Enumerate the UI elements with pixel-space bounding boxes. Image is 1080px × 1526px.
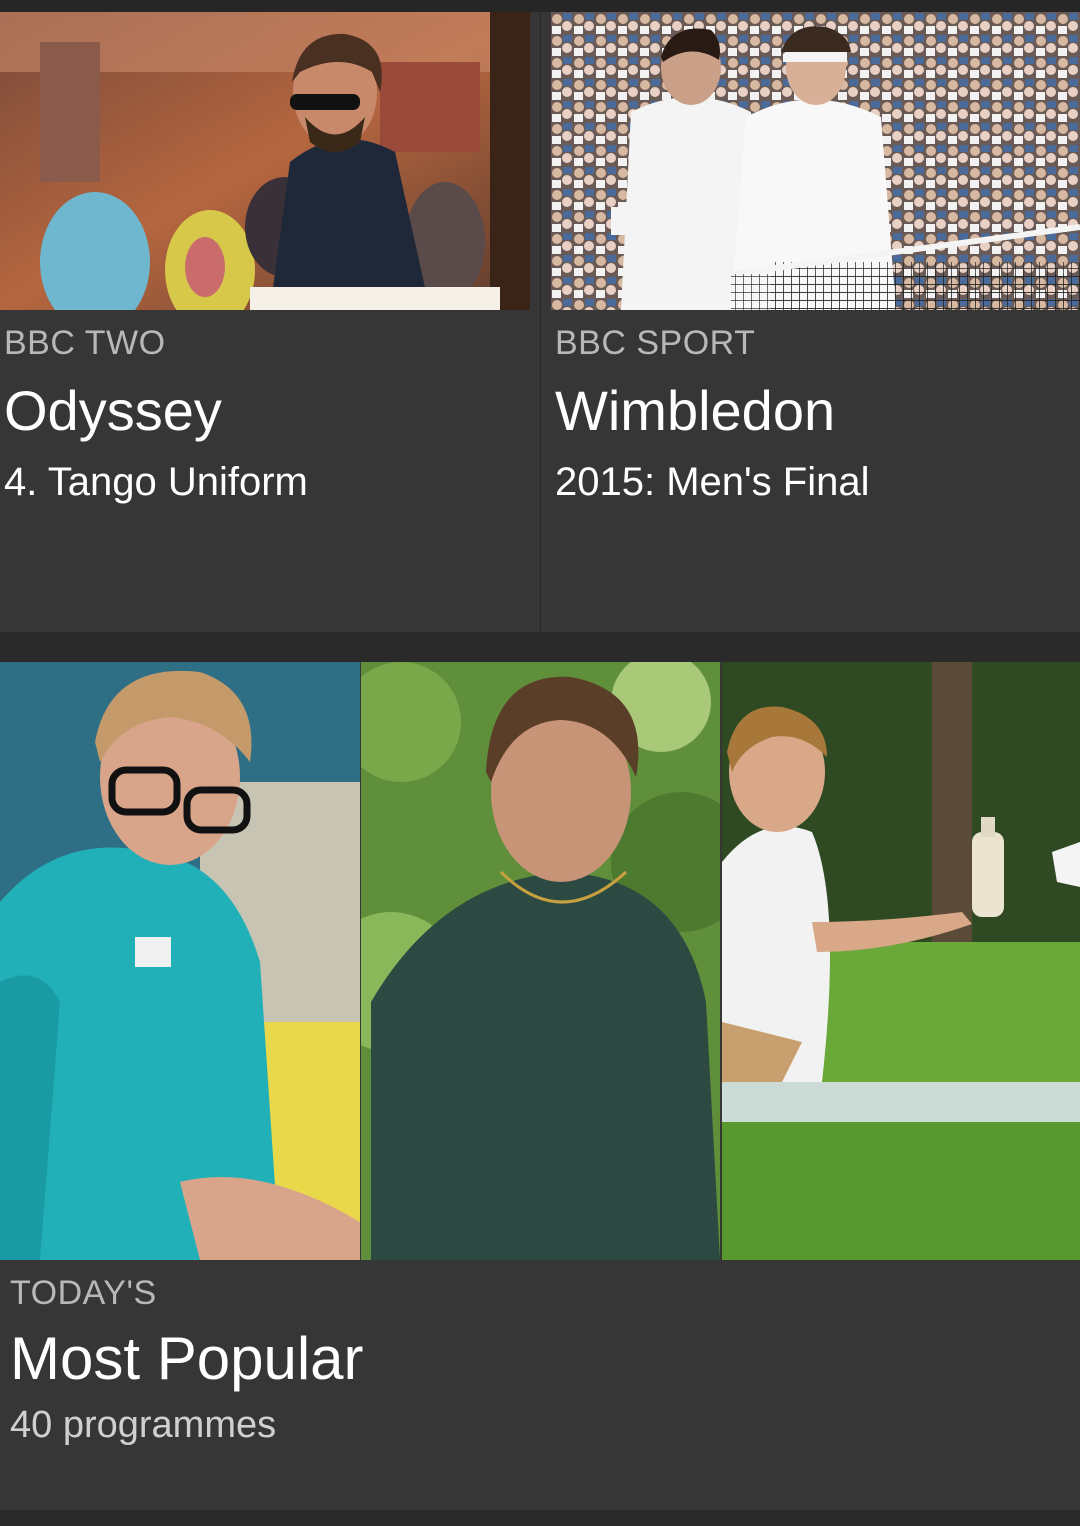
collection-title: Most Popular [10, 1325, 364, 1392]
programme-thumbnail [0, 12, 530, 310]
channel-label: BBC SPORT [555, 324, 756, 362]
collection-collage [0, 662, 1080, 1260]
photo-man-green-sweater-icon [361, 662, 720, 1260]
collage-panel [722, 662, 1080, 1260]
collage-panel [0, 662, 360, 1260]
photo-doctor-scrubs-icon [0, 662, 360, 1260]
home-feed: BBC TWO Odyssey 4. Tango Uniform BBC SPO… [0, 0, 1080, 1526]
channel-label: BBC TWO [4, 324, 166, 362]
episode-title: 4. Tango Uniform [4, 460, 308, 504]
collection-eyebrow: TODAY'S [10, 1274, 157, 1312]
programme-thumbnail [551, 12, 1080, 310]
episode-title: 2015: Men's Final [555, 460, 870, 504]
programme-title: Odyssey [4, 379, 222, 442]
collection-card-most-popular[interactable]: TODAY'S Most Popular 40 programmes [0, 662, 1080, 1510]
programme-title: Wimbledon [555, 379, 836, 442]
photo-man-sunglasses-market-icon [0, 12, 530, 310]
photo-boy-picnic-grass-icon [722, 662, 1080, 1260]
programme-card-odyssey[interactable]: BBC TWO Odyssey 4. Tango Uniform [0, 12, 540, 632]
programme-card-wimbledon[interactable]: BBC SPORT Wimbledon 2015: Men's Final [541, 12, 1080, 632]
collection-count: 40 programmes [10, 1404, 277, 1446]
top-edge [0, 0, 1080, 12]
feed-divider [0, 1510, 1080, 1526]
collage-panel [361, 662, 720, 1260]
photo-tennis-players-net-icon [551, 12, 1080, 310]
